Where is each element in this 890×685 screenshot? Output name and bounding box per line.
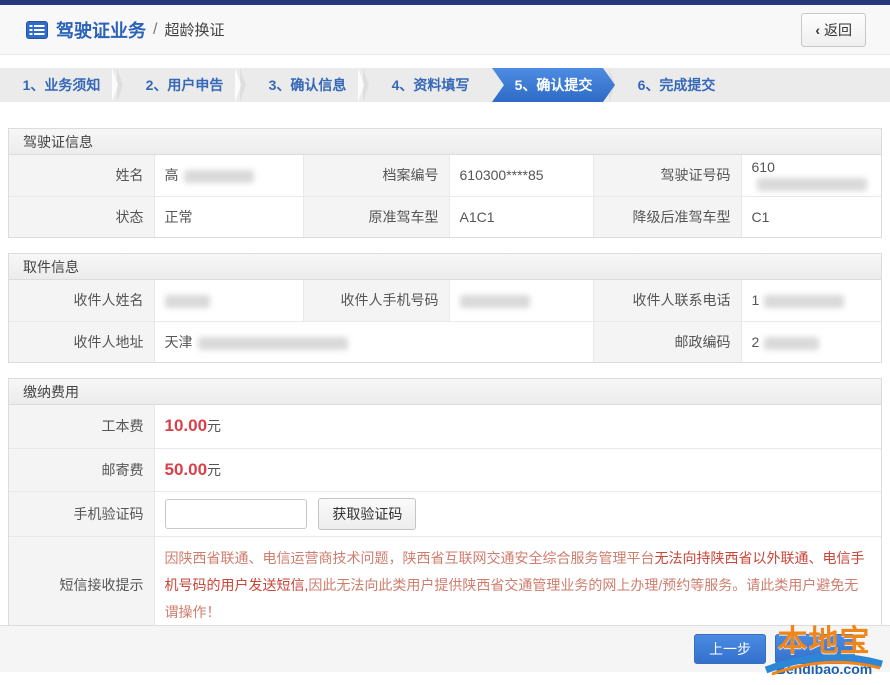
page-header: 驾驶证业务 / 超龄换证 ‹ 返回 [0, 5, 890, 55]
step-5-confirm-submit-active: 5、确认提交 [492, 68, 615, 102]
breadcrumb-current: 超龄换证 [164, 19, 224, 40]
redacted-value [184, 170, 254, 183]
watermark-chinese-text: 本地宝 [760, 626, 888, 658]
license-number-value: 610 [741, 155, 881, 196]
recipient-mobile-label: 收件人手机号码 [303, 280, 449, 321]
postcode-value: 2 [741, 321, 881, 362]
redacted-value [460, 295, 530, 308]
list-icon [26, 21, 48, 39]
table-row: 手机验证码 获取验证码 [9, 491, 881, 536]
recipient-address-label: 收件人地址 [9, 321, 154, 362]
original-class-label: 原准驾车型 [303, 196, 449, 237]
fees-section: 缴纳费用 工本费 10.00元 邮寄费 50.00元 手机验证码 获取验证码 短… [8, 378, 882, 635]
redacted-value [757, 178, 867, 191]
step-progress-bar: 1、业务须知 2、用户申告 3、确认信息 4、资料填写 5、确认提交 6、完成提… [0, 68, 890, 102]
status-label: 状态 [9, 196, 154, 237]
postcode-text: 2 [752, 334, 760, 350]
downgraded-class-value: C1 [741, 196, 881, 237]
production-fee-label: 工本费 [9, 405, 154, 448]
fees-title: 缴纳费用 [9, 379, 881, 405]
recipient-address-value: 天津 [154, 321, 593, 362]
postage-fee-value: 50.00元 [154, 448, 881, 491]
breadcrumb-separator: / [153, 21, 157, 39]
pickup-info-table: 收件人姓名 收件人手机号码 收件人联系电话 1 收件人地址 天津 邮政编码 2 [9, 280, 881, 362]
license-info-section: 驾驶证信息 姓名 高 档案编号 610300****85 驾驶证号码 610 状… [8, 128, 882, 238]
redacted-value [764, 337, 819, 350]
production-fee-amount: 10.00 [165, 416, 208, 435]
status-value: 正常 [154, 196, 303, 237]
table-row: 状态 正常 原准驾车型 A1C1 降级后准驾车型 C1 [9, 196, 881, 237]
back-chevron-icon: ‹ [815, 22, 820, 38]
step-2-user-declaration: 2、用户申告 [123, 68, 246, 102]
sms-code-input[interactable] [165, 499, 307, 529]
steps-filler [738, 68, 890, 102]
redacted-value [165, 295, 210, 308]
step-1-business-notice: 1、业务须知 [0, 68, 123, 102]
recipient-address-text: 天津 [165, 334, 193, 350]
step-4-fill-materials: 4、资料填写 [369, 68, 492, 102]
sms-code-label: 手机验证码 [9, 491, 154, 536]
redacted-value [764, 295, 844, 308]
bendibao-watermark: 本地宝 Bendibao.com [760, 626, 888, 677]
file-number-label: 档案编号 [303, 155, 449, 196]
page-title: 驾驶证业务 [56, 17, 146, 43]
notice-segment: 因陕西省联通、电信运营商技术问题，陕西省互联网交通安全综合服务管理平台 [165, 550, 655, 566]
license-number-text: 610 [752, 159, 775, 175]
downgraded-class-label: 降级后准驾车型 [593, 196, 741, 237]
back-button[interactable]: ‹ 返回 [801, 13, 866, 47]
footer-action-bar: 上一步 [0, 625, 890, 672]
name-label: 姓名 [9, 155, 154, 196]
recipient-phone-label: 收件人联系电话 [593, 280, 741, 321]
recipient-phone-text: 1 [752, 292, 760, 308]
recipient-name-value [154, 280, 303, 321]
back-button-label: 返回 [824, 20, 852, 40]
fees-table: 工本费 10.00元 邮寄费 50.00元 手机验证码 获取验证码 短信接收提示… [9, 405, 881, 634]
sms-notice-text: 因陕西省联通、电信运营商技术问题，陕西省互联网交通安全综合服务管理平台无法向持陕… [165, 545, 872, 626]
file-number-value: 610300****85 [449, 155, 593, 196]
recipient-phone-value: 1 [741, 280, 881, 321]
postage-fee-amount: 50.00 [165, 460, 208, 479]
table-row: 工本费 10.00元 [9, 405, 881, 448]
table-row: 收件人姓名 收件人手机号码 收件人联系电话 1 [9, 280, 881, 321]
table-row: 短信接收提示 因陕西省联通、电信运营商技术问题，陕西省互联网交通安全综合服务管理… [9, 536, 881, 634]
table-row: 邮寄费 50.00元 [9, 448, 881, 491]
production-fee-unit: 元 [207, 418, 221, 434]
step-3-confirm-info: 3、确认信息 [246, 68, 369, 102]
postage-fee-label: 邮寄费 [9, 448, 154, 491]
pickup-info-section: 取件信息 收件人姓名 收件人手机号码 收件人联系电话 1 收件人地址 天津 邮政… [8, 253, 882, 363]
recipient-mobile-value [449, 280, 593, 321]
license-info-title: 驾驶证信息 [9, 129, 881, 155]
redacted-value [198, 337, 348, 350]
production-fee-value: 10.00元 [154, 405, 881, 448]
license-number-label: 驾驶证号码 [593, 155, 741, 196]
license-info-table: 姓名 高 档案编号 610300****85 驾驶证号码 610 状态 正常 原… [9, 155, 881, 237]
name-value-text: 高 [165, 167, 179, 183]
table-row: 收件人地址 天津 邮政编码 2 [9, 321, 881, 362]
recipient-name-label: 收件人姓名 [9, 280, 154, 321]
sms-notice-cell: 因陕西省联通、电信运营商技术问题，陕西省互联网交通安全综合服务管理平台无法向持陕… [154, 536, 881, 634]
get-code-button[interactable]: 获取验证码 [318, 498, 416, 530]
postage-fee-unit: 元 [207, 462, 221, 478]
postcode-label: 邮政编码 [593, 321, 741, 362]
original-class-value: A1C1 [449, 196, 593, 237]
step-6-complete-submit: 6、完成提交 [615, 68, 738, 102]
sms-code-cell: 获取验证码 [154, 491, 881, 536]
previous-step-button[interactable]: 上一步 [694, 634, 766, 664]
table-row: 姓名 高 档案编号 610300****85 驾驶证号码 610 [9, 155, 881, 196]
sms-notice-label: 短信接收提示 [9, 536, 154, 634]
name-value: 高 [154, 155, 303, 196]
pickup-info-title: 取件信息 [9, 254, 881, 280]
